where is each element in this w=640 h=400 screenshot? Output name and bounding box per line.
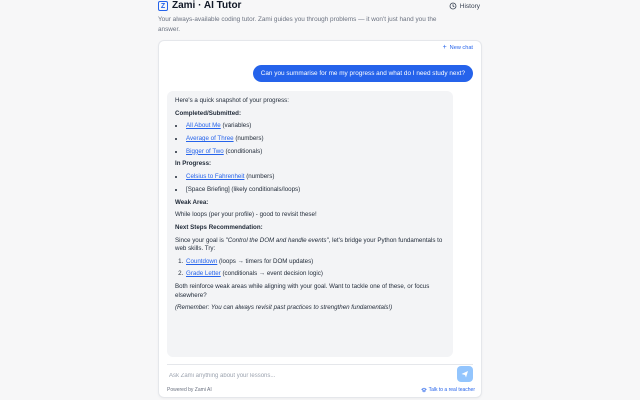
practice-link-countdown[interactable]: Countdown bbox=[186, 258, 217, 265]
history-label: History bbox=[459, 2, 480, 10]
practice-note: (numbers) bbox=[233, 135, 264, 143]
new-chat-label: New chat bbox=[449, 44, 473, 51]
chat-input[interactable] bbox=[169, 369, 439, 383]
teacher-icon bbox=[420, 387, 427, 393]
reminder-italic: (Remember: You can always revisit past p… bbox=[175, 304, 393, 312]
plus-icon: + bbox=[442, 44, 447, 51]
weak-area-heading: Weak Area: bbox=[175, 198, 209, 206]
talk-to-teacher-label: Talk to a real teacher bbox=[428, 387, 475, 393]
assistant-intro: Here's a quick snapshot of your progress… bbox=[175, 97, 289, 104]
next-steps-text: Since your goal is "Control the DOM and … bbox=[175, 237, 445, 254]
powered-by-text: Powered by Zami AI bbox=[167, 387, 212, 393]
app-header: Z Zami · AI Tutor Your always-available … bbox=[158, 0, 482, 40]
list-item: Grade Letter (conditionals → event decis… bbox=[185, 270, 445, 279]
talk-to-teacher-link[interactable]: Talk to a real teacher bbox=[420, 387, 475, 393]
next-steps-list: Countdown (loops → timers for DOM update… bbox=[185, 258, 445, 279]
completed-heading: Completed/Submitted: bbox=[175, 109, 241, 117]
practice-note: (conditionals → event decision logic) bbox=[220, 270, 323, 278]
practice-link-celsius-to-fahrenheit[interactable]: Celsius to Fahrenheit bbox=[186, 173, 244, 180]
input-bar bbox=[167, 364, 473, 384]
history-button[interactable]: History bbox=[449, 2, 480, 10]
zami-logo-icon: Z bbox=[158, 1, 168, 11]
list-item: Average of Three (numbers) bbox=[185, 135, 445, 144]
assistant-message: Here's a quick snapshot of your progress… bbox=[167, 91, 453, 357]
completed-list: All About Me (variables) Average of Thre… bbox=[185, 122, 445, 156]
list-item: All About Me (variables) bbox=[185, 122, 445, 131]
practice-link-bigger-of-two[interactable]: Bigger of Two bbox=[186, 148, 224, 155]
next-steps-heading: Next Steps Recommendation: bbox=[175, 223, 263, 231]
new-chat-button[interactable]: + New chat bbox=[443, 44, 473, 51]
practice-text: [Space Briefing] (likely conditionals/lo… bbox=[186, 185, 301, 193]
next-steps-pre: Since your goal is bbox=[175, 236, 226, 244]
in-progress-heading: In Progress: bbox=[175, 160, 212, 168]
list-item: Celsius to Fahrenheit (numbers) bbox=[185, 173, 445, 182]
weak-area-text: While loops (per your profile) - good to… bbox=[175, 211, 317, 219]
list-item: Bigger of Two (conditionals) bbox=[185, 148, 445, 157]
practice-link-all-about-me[interactable]: All About Me bbox=[186, 122, 221, 129]
in-progress-list: Celsius to Fahrenheit (numbers) [Space B… bbox=[185, 173, 445, 194]
reminder-text: (Remember: You can always revisit past p… bbox=[175, 304, 445, 313]
list-item: [Space Briefing] (likely conditionals/lo… bbox=[185, 186, 445, 195]
practice-link-average-of-three[interactable]: Average of Three bbox=[186, 135, 234, 142]
send-icon bbox=[461, 371, 468, 378]
goal-text: "Control the DOM and handle events" bbox=[225, 236, 329, 244]
practice-note: (loops → timers for DOM updates) bbox=[217, 257, 314, 265]
practice-note: (variables) bbox=[220, 122, 252, 130]
chat-panel: + New chat Can you summarise for me my p… bbox=[158, 40, 482, 398]
practice-note: (numbers) bbox=[244, 173, 275, 181]
user-message: Can you summarise for me my progress and… bbox=[252, 65, 473, 82]
practice-link-grade-letter[interactable]: Grade Letter bbox=[186, 270, 221, 277]
closing-text: Both reinforce weak areas while aligning… bbox=[175, 283, 430, 299]
history-icon bbox=[449, 2, 457, 10]
app-subtitle: Your always-available coding tutor. Zami… bbox=[158, 16, 437, 33]
app-title: Zami · AI Tutor bbox=[172, 0, 242, 11]
list-item: Countdown (loops → timers for DOM update… bbox=[185, 258, 445, 267]
send-button[interactable] bbox=[457, 366, 473, 382]
practice-note: (conditionals) bbox=[223, 147, 263, 155]
